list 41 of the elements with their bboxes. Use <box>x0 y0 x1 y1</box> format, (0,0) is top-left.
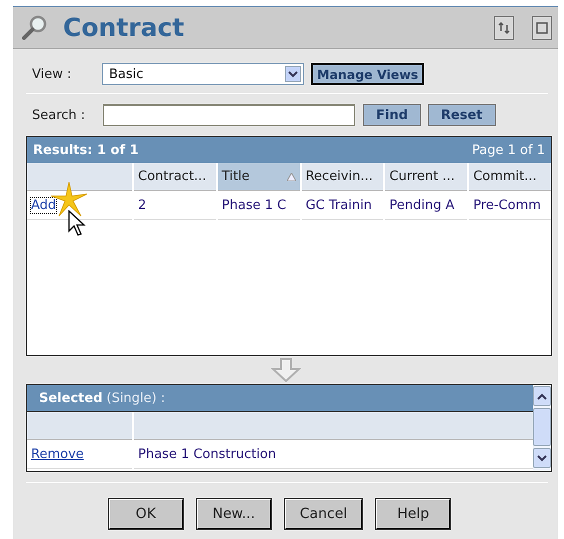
column-header[interactable]: Contract... <box>134 163 216 191</box>
maximize-icon <box>536 22 548 34</box>
table-cell: Pre-Comm <box>469 191 551 220</box>
scrollbar[interactable] <box>533 385 551 471</box>
table-cell: Phase 1 C <box>218 191 300 220</box>
table-cell: Pending A <box>385 191 468 220</box>
table-cell: GC Trainin <box>302 191 384 220</box>
column-header[interactable]: Title <box>218 163 300 191</box>
cancel-button[interactable]: Cancel <box>284 499 362 529</box>
manage-views-button[interactable]: Manage Views <box>311 63 424 85</box>
window-title: Contract <box>63 13 186 42</box>
find-button[interactable]: Find <box>363 104 421 126</box>
ok-button[interactable]: OK <box>108 499 183 529</box>
swap-arrows-icon <box>498 20 510 34</box>
help-button[interactable]: Help <box>376 499 450 529</box>
chevron-down-icon <box>537 454 547 462</box>
page-indicator: Page 1 of 1 <box>472 142 545 158</box>
chevron-up-icon <box>537 392 547 400</box>
search-field[interactable] <box>103 104 355 126</box>
maximize-button[interactable] <box>532 16 552 40</box>
down-arrow-icon <box>270 358 300 382</box>
add-link[interactable]: Add <box>31 198 56 212</box>
results-count: Results: 1 of 1 <box>33 142 139 158</box>
remove-link[interactable]: Remove <box>31 446 84 462</box>
table-cell: Phase 1 Construction <box>134 440 533 469</box>
refresh-button[interactable] <box>494 16 514 40</box>
sort-ascending-icon <box>286 172 296 180</box>
selection-mode: (Single) : <box>106 390 166 406</box>
search-label: Search : <box>32 108 86 122</box>
cursor-icon <box>68 210 86 236</box>
table-cell: 2 <box>134 191 216 220</box>
selected-title: Selected <box>39 390 102 406</box>
view-dropdown[interactable]: Basic <box>102 63 304 85</box>
chevron-down-icon <box>285 66 301 82</box>
view-label: View : <box>32 66 72 82</box>
column-header[interactable]: Commit... <box>469 163 551 191</box>
column-header[interactable]: Receivin... <box>302 163 384 191</box>
reset-button[interactable]: Reset <box>428 104 496 126</box>
magnifier-icon <box>21 14 49 42</box>
new-button[interactable]: New... <box>196 499 271 529</box>
column-header[interactable]: Current ... <box>385 163 468 191</box>
